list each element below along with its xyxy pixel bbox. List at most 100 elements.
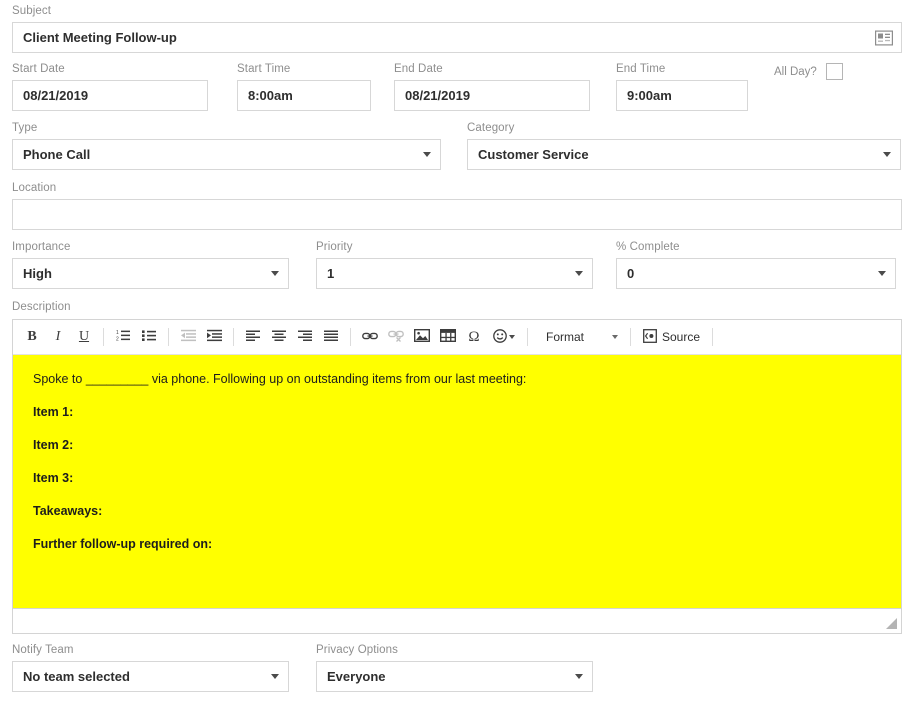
unlink-button[interactable] — [384, 325, 408, 349]
numbered-list-button[interactable]: 1 2 — [111, 325, 135, 349]
outdent-button[interactable] — [176, 325, 200, 349]
contact-card-icon[interactable] — [874, 29, 894, 46]
italic-label: I — [55, 329, 61, 344]
end-date-label: End Date — [394, 63, 443, 75]
bulleted-list-icon — [141, 329, 157, 345]
underline-label: U — [78, 329, 90, 344]
end-time-input[interactable]: 9:00am — [616, 80, 748, 111]
subject-label: Subject — [12, 5, 52, 17]
end-date-group: End Date 08/21/2019 — [394, 62, 590, 111]
align-center-icon — [272, 330, 286, 345]
end-date-value: 08/21/2019 — [405, 88, 471, 103]
notify-team-group: Notify Team No team selected — [12, 643, 289, 692]
subject-input[interactable]: Client Meeting Follow-up — [12, 22, 902, 53]
start-date-input[interactable]: 08/21/2019 — [12, 80, 208, 111]
privacy-options-label: Privacy Options — [316, 644, 399, 656]
start-time-label: Start Time — [237, 63, 291, 75]
chevron-down-icon — [883, 152, 891, 157]
priority-select[interactable]: 1 — [316, 258, 593, 289]
align-justify-button[interactable] — [319, 325, 343, 349]
source-button[interactable]: Source — [637, 325, 706, 349]
toolbar-separator — [103, 328, 104, 346]
type-category-row: Type Phone Call Category Customer Servic… — [12, 121, 902, 170]
toolbar-separator — [168, 328, 169, 346]
percent-complete-value: 0 — [627, 266, 635, 281]
type-label: Type — [12, 122, 38, 134]
italic-button[interactable]: I — [46, 325, 70, 349]
align-left-icon — [246, 330, 260, 345]
datetime-row: Start Date 08/21/2019 Start Time 8:00am … — [12, 62, 902, 111]
type-value: Phone Call — [23, 147, 91, 162]
editor-status-bar — [13, 608, 901, 633]
all-day-group: All Day? — [774, 62, 843, 111]
activity-form: Subject Client Meeting Follow-up Start D… — [0, 0, 914, 706]
type-select[interactable]: Phone Call — [12, 139, 441, 170]
description-editor: B I U 1 2 Ω Format Source Spoke to _____… — [12, 319, 902, 634]
notify-team-select[interactable]: No team selected — [12, 661, 289, 692]
editor-paragraph: Item 3: — [33, 471, 74, 485]
smiley-button[interactable] — [488, 325, 520, 349]
start-time-input[interactable]: 8:00am — [237, 80, 371, 111]
image-button[interactable] — [410, 325, 434, 349]
location-input[interactable] — [12, 199, 902, 230]
editor-paragraph: Item 1: — [33, 405, 74, 419]
editor-content-area[interactable]: Spoke to _________ via phone. Following … — [13, 355, 901, 608]
importance-label: Importance — [12, 241, 71, 253]
special-character-button[interactable]: Ω — [462, 325, 486, 349]
editor-paragraph: Spoke to _________ via phone. Following … — [33, 372, 527, 386]
toolbar-separator — [630, 328, 631, 346]
toolbar-separator — [712, 328, 714, 346]
resize-handle[interactable] — [885, 617, 898, 630]
percent-complete-group: % Complete 0 — [616, 240, 896, 289]
priority-label: Priority — [316, 241, 353, 253]
category-value: Customer Service — [478, 147, 589, 162]
all-day-checkbox[interactable] — [825, 63, 843, 80]
start-time-group: Start Time 8:00am — [237, 62, 371, 111]
subject-value: Client Meeting Follow-up — [23, 30, 177, 45]
link-button[interactable] — [358, 325, 382, 349]
toolbar-separator — [233, 328, 234, 346]
chevron-down-icon — [423, 152, 431, 157]
align-left-button[interactable] — [241, 325, 265, 349]
end-time-group: End Time 9:00am — [616, 62, 748, 111]
align-right-button[interactable] — [293, 325, 317, 349]
privacy-options-value: Everyone — [327, 669, 386, 684]
bold-button[interactable]: B — [20, 325, 44, 349]
toolbar-separator — [350, 328, 351, 346]
category-label: Category — [467, 122, 515, 134]
table-button[interactable] — [436, 325, 460, 349]
type-group: Type Phone Call — [12, 121, 441, 170]
privacy-options-select[interactable]: Everyone — [316, 661, 593, 692]
editor-paragraph: Item 2: — [33, 438, 74, 452]
end-time-value: 9:00am — [627, 88, 672, 103]
start-date-value: 08/21/2019 — [23, 88, 89, 103]
indent-icon — [206, 329, 222, 345]
notify-team-value: No team selected — [23, 669, 130, 684]
category-select[interactable]: Customer Service — [467, 139, 901, 170]
chevron-down-icon — [271, 674, 279, 679]
importance-value: High — [23, 266, 52, 281]
end-date-input[interactable]: 08/21/2019 — [394, 80, 590, 111]
editor-toolbar: B I U 1 2 Ω Format Source — [13, 320, 901, 355]
percent-complete-select[interactable]: 0 — [616, 258, 896, 289]
end-time-label: End Time — [616, 63, 666, 75]
omega-icon: Ω — [468, 328, 480, 345]
importance-group: Importance High — [12, 240, 289, 289]
unlink-icon — [388, 329, 404, 345]
bottom-row: Notify Team No team selected Privacy Opt… — [12, 643, 902, 692]
align-center-button[interactable] — [267, 325, 291, 349]
priority-group: Priority 1 — [316, 240, 593, 289]
importance-select[interactable]: High — [12, 258, 289, 289]
format-dropdown[interactable]: Format — [538, 325, 624, 349]
all-day-label: All Day? — [774, 65, 817, 78]
bulleted-list-button[interactable] — [137, 325, 161, 349]
indent-button[interactable] — [202, 325, 226, 349]
source-label: Source — [662, 330, 701, 344]
location-label: Location — [12, 182, 57, 194]
table-icon — [439, 328, 457, 345]
outdent-icon — [180, 329, 196, 345]
toolbar-separator — [527, 328, 528, 346]
underline-button[interactable]: U — [72, 325, 96, 349]
link-icon — [362, 330, 378, 345]
align-right-icon — [298, 330, 312, 345]
